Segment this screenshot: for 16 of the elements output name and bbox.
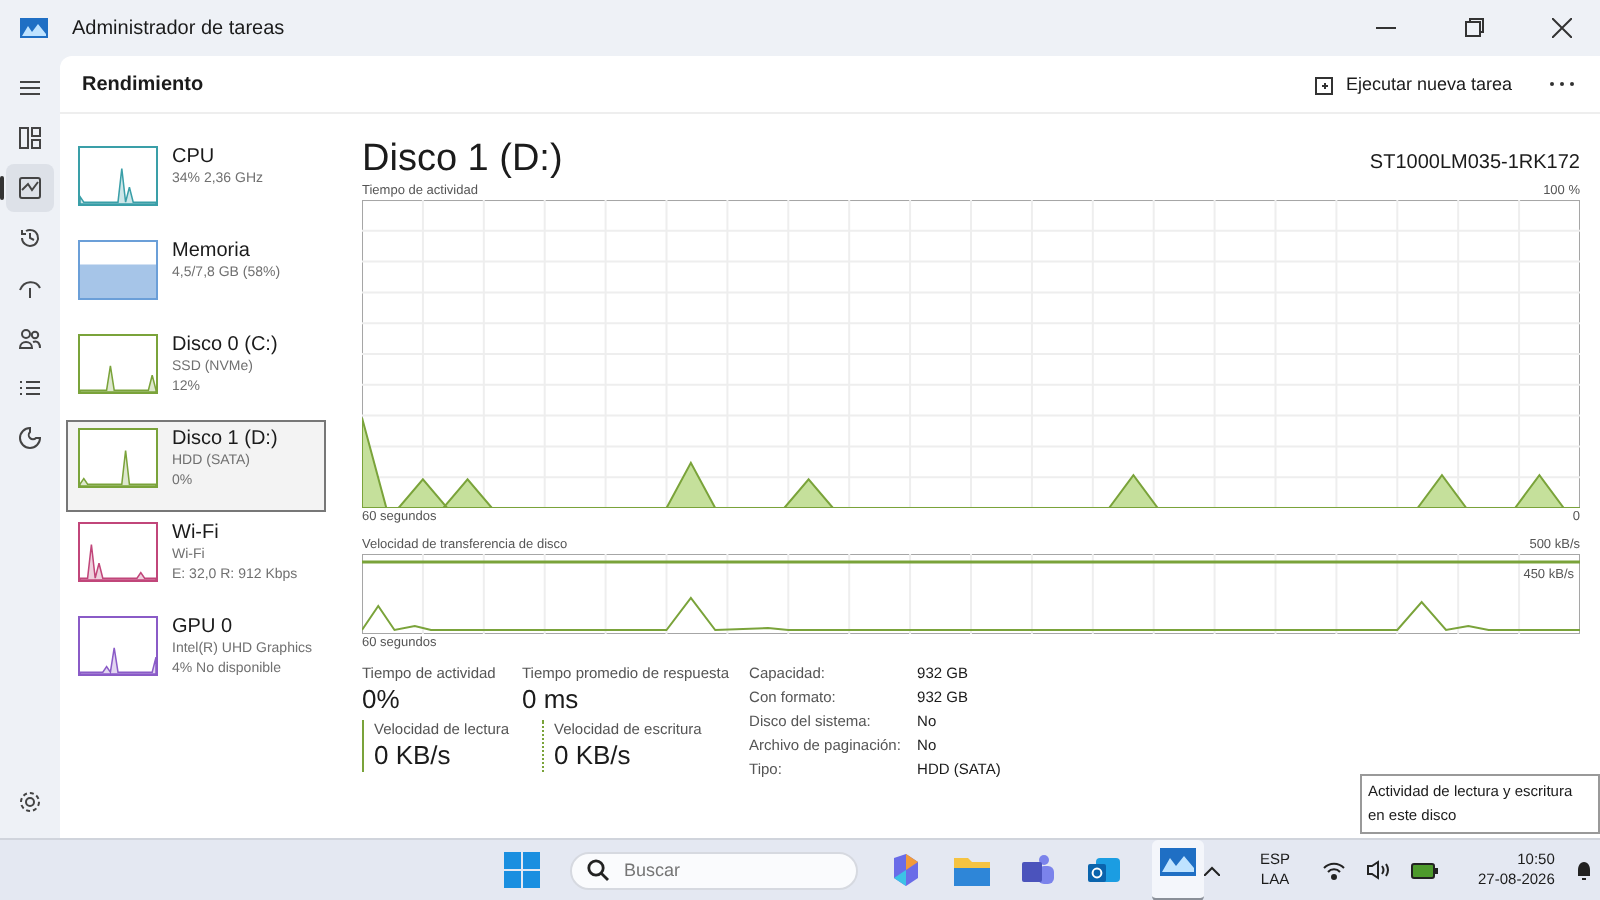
disk-model: ST1000LM035-1RK172 [1369,152,1580,178]
device-name: Memoria [172,240,252,264]
run-task-button[interactable]: Ejecutar nueva tarea [1305,69,1520,99]
stat-value: 0% [362,682,400,716]
device-name: Disco 1 (D:) [172,428,278,452]
device-name: Disco 0 (C:) [172,334,278,358]
page-title: Rendimiento [82,73,204,95]
device-name: GPU 0 [172,616,235,640]
stat-value: 0 KB/s [374,738,453,772]
window-title: Administrador de tareas [72,17,285,39]
device-name: CPU [172,146,217,170]
disk-title: Disco 1 (D:) [362,138,563,182]
stat-value: 0 KB/s [554,738,633,772]
device-name: Wi-Fi [172,522,221,546]
stat-value: 0 ms [522,682,579,716]
search-field[interactable]: Buscar [570,851,858,889]
